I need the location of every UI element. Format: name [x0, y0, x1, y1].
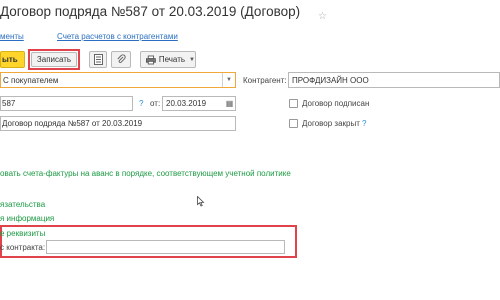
- contract-id-label: с контракта:: [0, 243, 46, 252]
- date-value: 20.03.2019: [166, 99, 207, 108]
- closed-help-icon[interactable]: ?: [362, 119, 366, 128]
- contract-type-value: С покупателем: [3, 75, 59, 85]
- printer-icon: [146, 55, 156, 64]
- closed-label: Договор закрыт: [302, 119, 360, 128]
- save-and-close-label: ыть: [2, 55, 18, 64]
- invoice-advance-option[interactable]: овать счета-фактуры на аванс в порядке, …: [0, 169, 291, 178]
- chevron-down-icon: ▼: [189, 56, 195, 63]
- document-list-button[interactable]: [89, 51, 107, 68]
- save-and-close-button[interactable]: ыть: [0, 51, 25, 68]
- document-list-icon: [93, 54, 103, 65]
- number-field[interactable]: 587: [0, 96, 133, 111]
- number-help-icon[interactable]: ?: [139, 99, 143, 108]
- favorite-star-icon[interactable]: ☆: [318, 11, 327, 22]
- contract-name-value: Договор подряда №587 от 20.03.2019: [2, 119, 143, 128]
- extra-details-section[interactable]: е реквизиты: [0, 229, 45, 238]
- save-button[interactable]: Записать: [31, 52, 77, 67]
- save-label: Записать: [36, 55, 72, 64]
- contract-name-field[interactable]: Договор подряда №587 от 20.03.2019: [0, 116, 236, 131]
- number-value: 587: [2, 99, 16, 108]
- window-title: Договор подряда №587 от 20.03.2019 (Дого…: [0, 4, 301, 19]
- signed-label: Договор подписан: [302, 99, 370, 108]
- chevron-down-icon[interactable]: ▼: [222, 73, 235, 87]
- print-menu-button[interactable]: Печать ▼: [140, 51, 196, 68]
- additional-info-section[interactable]: я информация: [0, 214, 54, 223]
- nav-link-accounts[interactable]: Счета расчетов с контрагентами: [57, 32, 178, 41]
- obligations-section[interactable]: язательства: [0, 200, 45, 209]
- counterparty-label: Контрагент:: [243, 76, 287, 85]
- counterparty-field[interactable]: ПРОФДИЗАЙН ООО: [288, 72, 500, 88]
- contract-id-field[interactable]: [46, 240, 285, 254]
- attach-file-button[interactable]: [111, 51, 131, 68]
- date-label: от:: [150, 99, 161, 108]
- mouse-cursor-icon: [197, 196, 205, 207]
- paperclip-icon: [117, 54, 126, 64]
- counterparty-value: ПРОФДИЗАЙН ООО: [292, 75, 369, 85]
- closed-checkbox[interactable]: [289, 119, 298, 128]
- calendar-icon[interactable]: ▦: [224, 99, 235, 108]
- date-field[interactable]: 20.03.2019 ▦: [162, 96, 236, 111]
- nav-link-documents[interactable]: менты: [0, 32, 24, 41]
- signed-checkbox[interactable]: [289, 99, 298, 108]
- contract-type-select[interactable]: С покупателем ▼: [0, 72, 236, 88]
- print-label: Печать: [158, 55, 186, 64]
